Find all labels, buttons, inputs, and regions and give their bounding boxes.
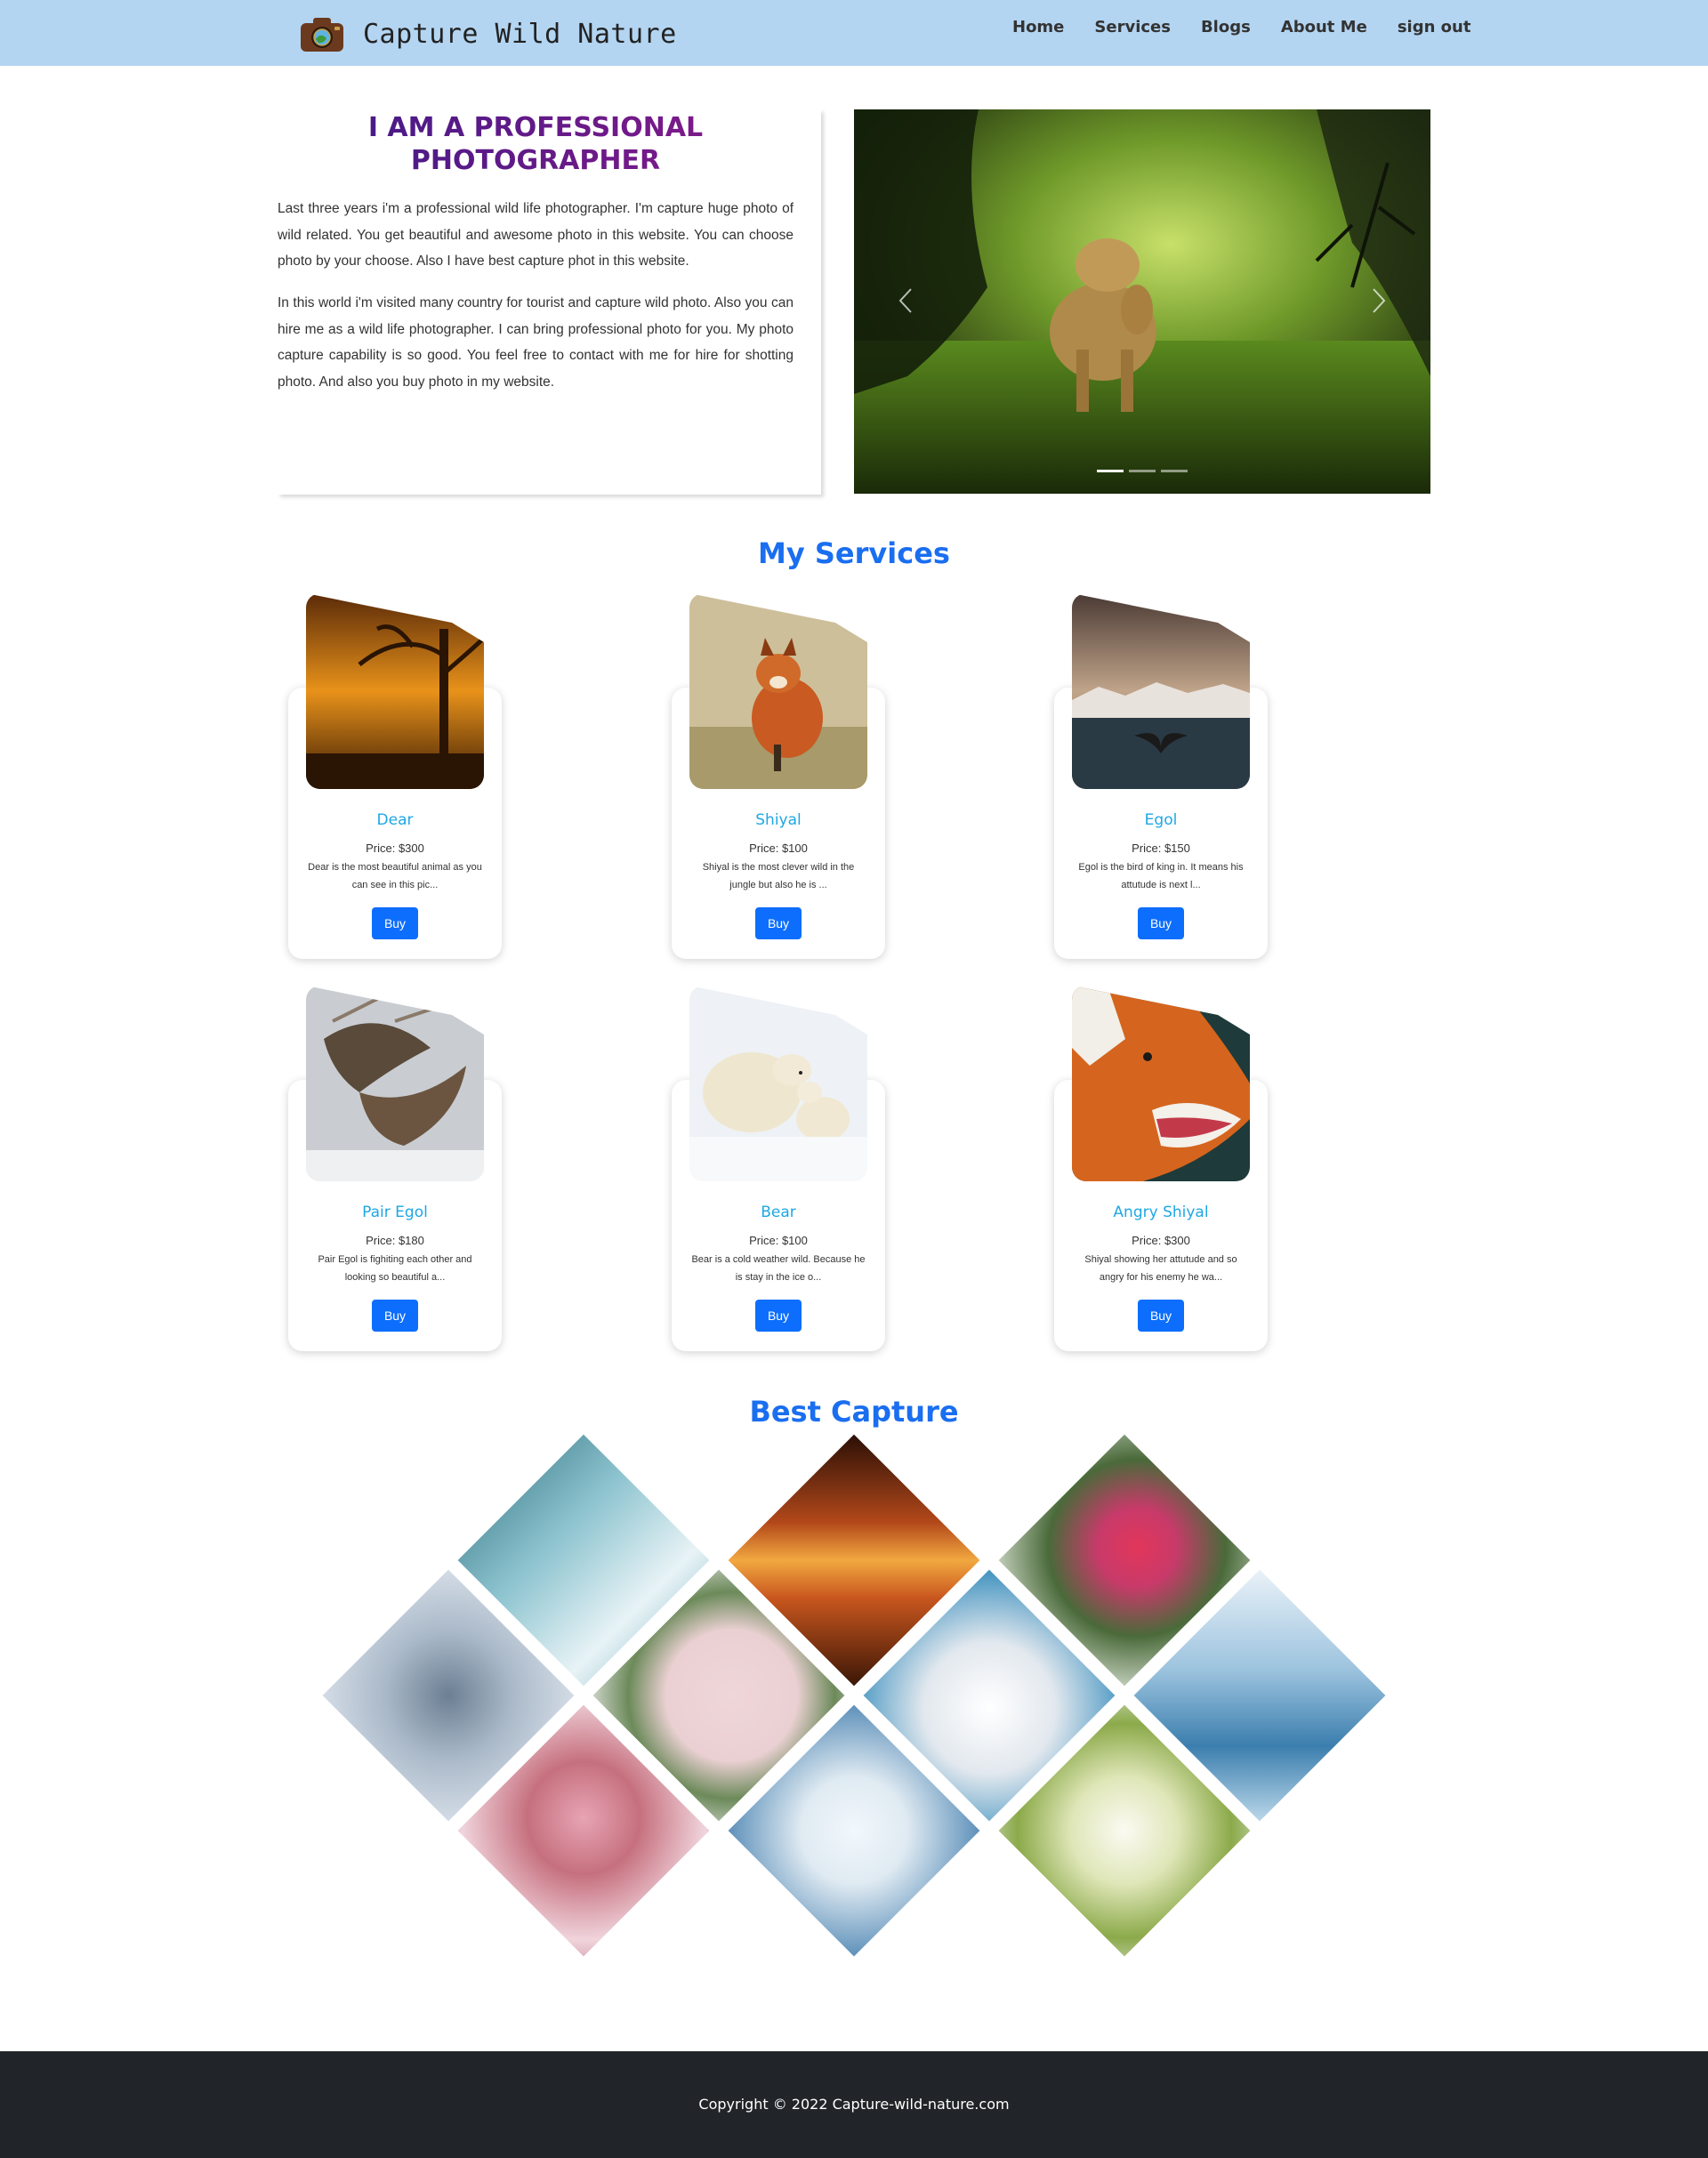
- card-title: Bear: [761, 1204, 796, 1221]
- buy-button[interactable]: Buy: [755, 1300, 802, 1332]
- navbar: Capture Wild Nature Home Services Blogs …: [0, 0, 1708, 66]
- card-image-fox: [689, 593, 867, 789]
- card-description: Pair Egol is fighiting each other and lo…: [318, 1254, 472, 1283]
- carousel-indicator[interactable]: [1129, 470, 1156, 472]
- buy-button[interactable]: Buy: [372, 907, 418, 939]
- card-image-angry-fox: [1072, 986, 1250, 1181]
- hero-carousel: [854, 109, 1430, 494]
- card-image-polar-bears: [689, 986, 867, 1181]
- buy-button[interactable]: Buy: [372, 1300, 418, 1332]
- gallery-title: Best Capture: [749, 1395, 959, 1429]
- card-price: Price: $100: [749, 841, 808, 855]
- card-image-eagles-fighting: [306, 986, 484, 1181]
- card-description: Bear is a cold weather wild. Because he …: [691, 1254, 866, 1283]
- card-image-deer-sunset: [306, 593, 484, 789]
- hero-heading: I AM A PROFESSIONAL PHOTOGRAPHER: [278, 111, 794, 177]
- nav-about-me[interactable]: About Me: [1281, 18, 1367, 36]
- card-description: Shiyal is the most clever wild in the ju…: [702, 862, 855, 890]
- carousel-slide-lioness: [854, 109, 1430, 494]
- card-price: Price: $180: [366, 1234, 424, 1247]
- card-price: Price: $150: [1132, 841, 1190, 855]
- card-price: Price: $300: [366, 841, 424, 855]
- camera-logo-icon: [299, 14, 345, 53]
- carousel-indicator[interactable]: [1097, 470, 1124, 472]
- hero-paragraph-2: In this world i'm visited many country f…: [278, 295, 794, 390]
- card-description: Egol is the bird of king in. It means hi…: [1078, 862, 1244, 890]
- card-description: Shiyal showing her attutude and so angry…: [1084, 1254, 1237, 1283]
- nav-blogs[interactable]: Blogs: [1201, 18, 1251, 36]
- nav-home[interactable]: Home: [1012, 18, 1064, 36]
- card-title: Dear: [376, 811, 414, 829]
- hero-paragraph-1: Last three years i'm a professional wild…: [278, 201, 794, 269]
- buy-button[interactable]: Buy: [1138, 907, 1184, 939]
- carousel-next-chevron-icon[interactable]: [1361, 278, 1397, 323]
- hero-intro: I AM A PROFESSIONAL PHOTOGRAPHER Last th…: [278, 109, 821, 495]
- footer-copyright: Copyright © 2022 Capture-wild-nature.com: [698, 2096, 1010, 2113]
- card-image-whale-tail: [1072, 593, 1250, 789]
- card-description: Dear is the most beautiful animal as you…: [308, 862, 482, 890]
- card-price: Price: $300: [1132, 1234, 1190, 1247]
- brand[interactable]: Capture Wild Nature: [299, 13, 677, 54]
- card-title: Egol: [1144, 811, 1178, 829]
- nav-services[interactable]: Services: [1094, 18, 1171, 36]
- carousel-indicator[interactable]: [1161, 470, 1188, 472]
- footer: Copyright © 2022 Capture-wild-nature.com: [0, 2051, 1708, 2158]
- brand-title: Capture Wild Nature: [363, 18, 677, 50]
- card-title: Angry Shiyal: [1113, 1204, 1209, 1221]
- services-title: My Services: [758, 536, 950, 570]
- card-title: Pair Egol: [362, 1204, 428, 1221]
- nav-sign-out[interactable]: sign out: [1398, 18, 1471, 36]
- card-price: Price: $100: [749, 1234, 808, 1247]
- card-title: Shiyal: [755, 811, 802, 829]
- carousel-prev-chevron-icon[interactable]: [888, 278, 923, 323]
- buy-button[interactable]: Buy: [1138, 1300, 1184, 1332]
- nav-links: Home Services Blogs About Me sign out: [1012, 18, 1470, 36]
- carousel-indicators: [1097, 470, 1188, 472]
- buy-button[interactable]: Buy: [755, 907, 802, 939]
